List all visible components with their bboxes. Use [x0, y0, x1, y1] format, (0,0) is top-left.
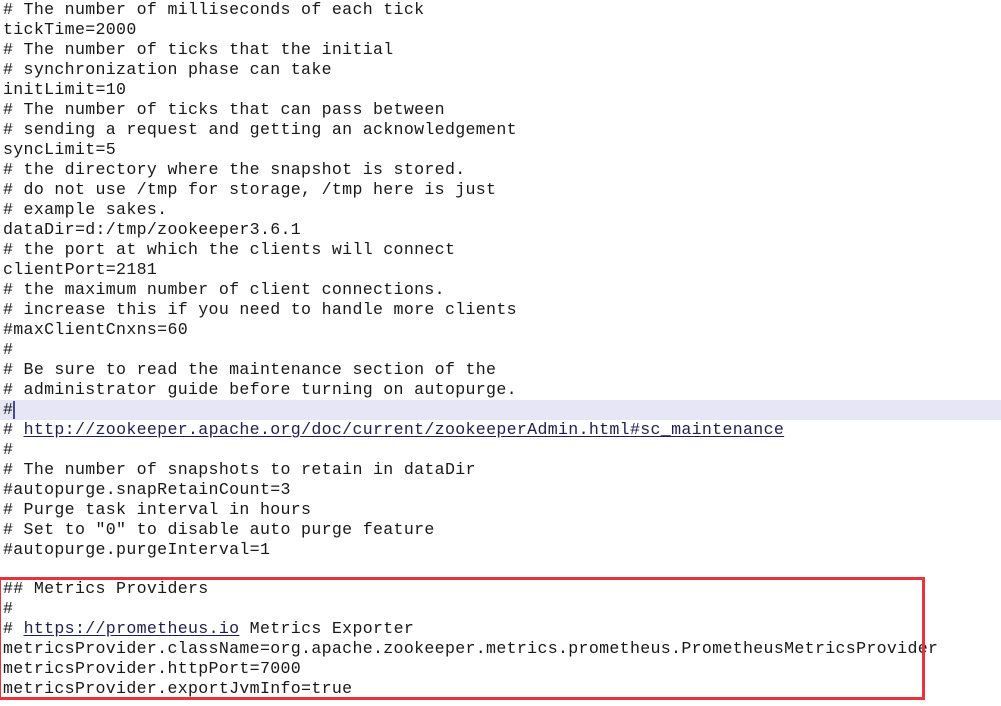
metrics-line-5[interactable]: metricsProvider.exportJvmInfo=true — [0, 679, 1001, 699]
config-line-22[interactable]: # — [0, 440, 1001, 460]
config-lines-metrics: ## Metrics Providers## https://prometheu… — [0, 579, 1001, 699]
config-line-1[interactable]: tickTime=2000 — [0, 20, 1001, 40]
line-text: # the port at which the clients will con… — [3, 240, 455, 259]
line-text: metricsProvider.exportJvmInfo=true — [3, 679, 352, 698]
config-line-6[interactable]: # sending a request and getting an ackno… — [0, 120, 1001, 140]
line-text: # administrator guide before turning on … — [3, 380, 517, 399]
line-text: # increase this if you need to handle mo… — [3, 300, 517, 319]
line-text: # The number of milliseconds of each tic… — [3, 0, 424, 19]
metrics-line-2[interactable]: # https://prometheus.io Metrics Exporter — [0, 619, 1001, 639]
config-line-25[interactable]: # Purge task interval in hours — [0, 500, 1001, 520]
config-line-23[interactable]: # The number of snapshots to retain in d… — [0, 460, 1001, 480]
line-text: metricsProvider.httpPort=7000 — [3, 659, 301, 678]
hyperlink[interactable]: https://prometheus.io — [24, 619, 240, 638]
config-line-16[interactable]: #maxClientCnxns=60 — [0, 320, 1001, 340]
hyperlink[interactable]: http://zookeeper.apache.org/doc/current/… — [24, 420, 785, 439]
config-line-15[interactable]: # increase this if you need to handle mo… — [0, 300, 1001, 320]
line-text: ## Metrics Providers — [3, 579, 209, 598]
config-line-7[interactable]: syncLimit=5 — [0, 140, 1001, 160]
line-text: metricsProvider.className=org.apache.zoo… — [3, 639, 938, 658]
config-line-5[interactable]: # The number of ticks that can pass betw… — [0, 100, 1001, 120]
config-line-17[interactable]: # — [0, 340, 1001, 360]
config-line-13[interactable]: clientPort=2181 — [0, 260, 1001, 280]
config-line-14[interactable]: # the maximum number of client connectio… — [0, 280, 1001, 300]
comment-suffix: Metrics Exporter — [239, 619, 414, 638]
line-text: clientPort=2181 — [3, 260, 157, 279]
config-line-19[interactable]: # administrator guide before turning on … — [0, 380, 1001, 400]
line-text: # the maximum number of client connectio… — [3, 280, 445, 299]
config-line-3[interactable]: # synchronization phase can take — [0, 60, 1001, 80]
line-text: initLimit=10 — [3, 80, 126, 99]
metrics-line-3[interactable]: metricsProvider.className=org.apache.zoo… — [0, 639, 1001, 659]
metrics-line-4[interactable]: metricsProvider.httpPort=7000 — [0, 659, 1001, 679]
line-text: #autopurge.snapRetainCount=3 — [3, 480, 291, 499]
config-line-20[interactable]: # — [0, 400, 1001, 420]
line-text: # — [3, 599, 13, 618]
config-line-11[interactable]: dataDir=d:/tmp/zookeeper3.6.1 — [0, 220, 1001, 240]
line-text: # The number of ticks that can pass betw… — [3, 100, 445, 119]
line-text: # The number of snapshots to retain in d… — [3, 460, 476, 479]
line-text: # — [3, 400, 13, 419]
line-text: tickTime=2000 — [3, 20, 137, 39]
line-text: # — [3, 440, 13, 459]
config-lines-top: # The number of milliseconds of each tic… — [0, 0, 1001, 580]
line-text: # The number of ticks that the initial — [3, 40, 394, 59]
config-line-27[interactable]: #autopurge.purgeInterval=1 — [0, 540, 1001, 560]
line-text: #autopurge.purgeInterval=1 — [3, 540, 270, 559]
config-line-4[interactable]: initLimit=10 — [0, 80, 1001, 100]
config-line-10[interactable]: # example sakes. — [0, 200, 1001, 220]
line-text: dataDir=d:/tmp/zookeeper3.6.1 — [3, 220, 301, 239]
line-text: # synchronization phase can take — [3, 60, 332, 79]
line-text: #maxClientCnxns=60 — [3, 320, 188, 339]
metrics-line-0[interactable]: ## Metrics Providers — [0, 579, 1001, 599]
config-line-0[interactable]: # The number of milliseconds of each tic… — [0, 0, 1001, 20]
text-caret — [13, 401, 15, 419]
line-text: syncLimit=5 — [3, 140, 116, 159]
config-line-28[interactable] — [0, 560, 1001, 580]
config-line-12[interactable]: # the port at which the clients will con… — [0, 240, 1001, 260]
comment-prefix: # — [3, 420, 24, 439]
comment-prefix: # — [3, 619, 24, 638]
line-text: # sending a request and getting an ackno… — [3, 120, 517, 139]
config-line-2[interactable]: # The number of ticks that the initial — [0, 40, 1001, 60]
metrics-line-1[interactable]: # — [0, 599, 1001, 619]
line-text: # Be sure to read the maintenance sectio… — [3, 360, 496, 379]
config-line-21[interactable]: # http://zookeeper.apache.org/doc/curren… — [0, 420, 1001, 440]
line-text: # the directory where the snapshot is st… — [3, 160, 466, 179]
line-text: # Set to "0" to disable auto purge featu… — [3, 520, 435, 539]
line-text: # example sakes. — [3, 200, 167, 219]
config-line-9[interactable]: # do not use /tmp for storage, /tmp here… — [0, 180, 1001, 200]
line-text: # Purge task interval in hours — [3, 500, 311, 519]
config-line-24[interactable]: #autopurge.snapRetainCount=3 — [0, 480, 1001, 500]
text-editor-canvas[interactable]: # The number of milliseconds of each tic… — [0, 0, 1001, 706]
config-line-26[interactable]: # Set to "0" to disable auto purge featu… — [0, 520, 1001, 540]
config-line-18[interactable]: # Be sure to read the maintenance sectio… — [0, 360, 1001, 380]
config-line-8[interactable]: # the directory where the snapshot is st… — [0, 160, 1001, 180]
line-text: # — [3, 340, 13, 359]
line-text: # do not use /tmp for storage, /tmp here… — [3, 180, 496, 199]
